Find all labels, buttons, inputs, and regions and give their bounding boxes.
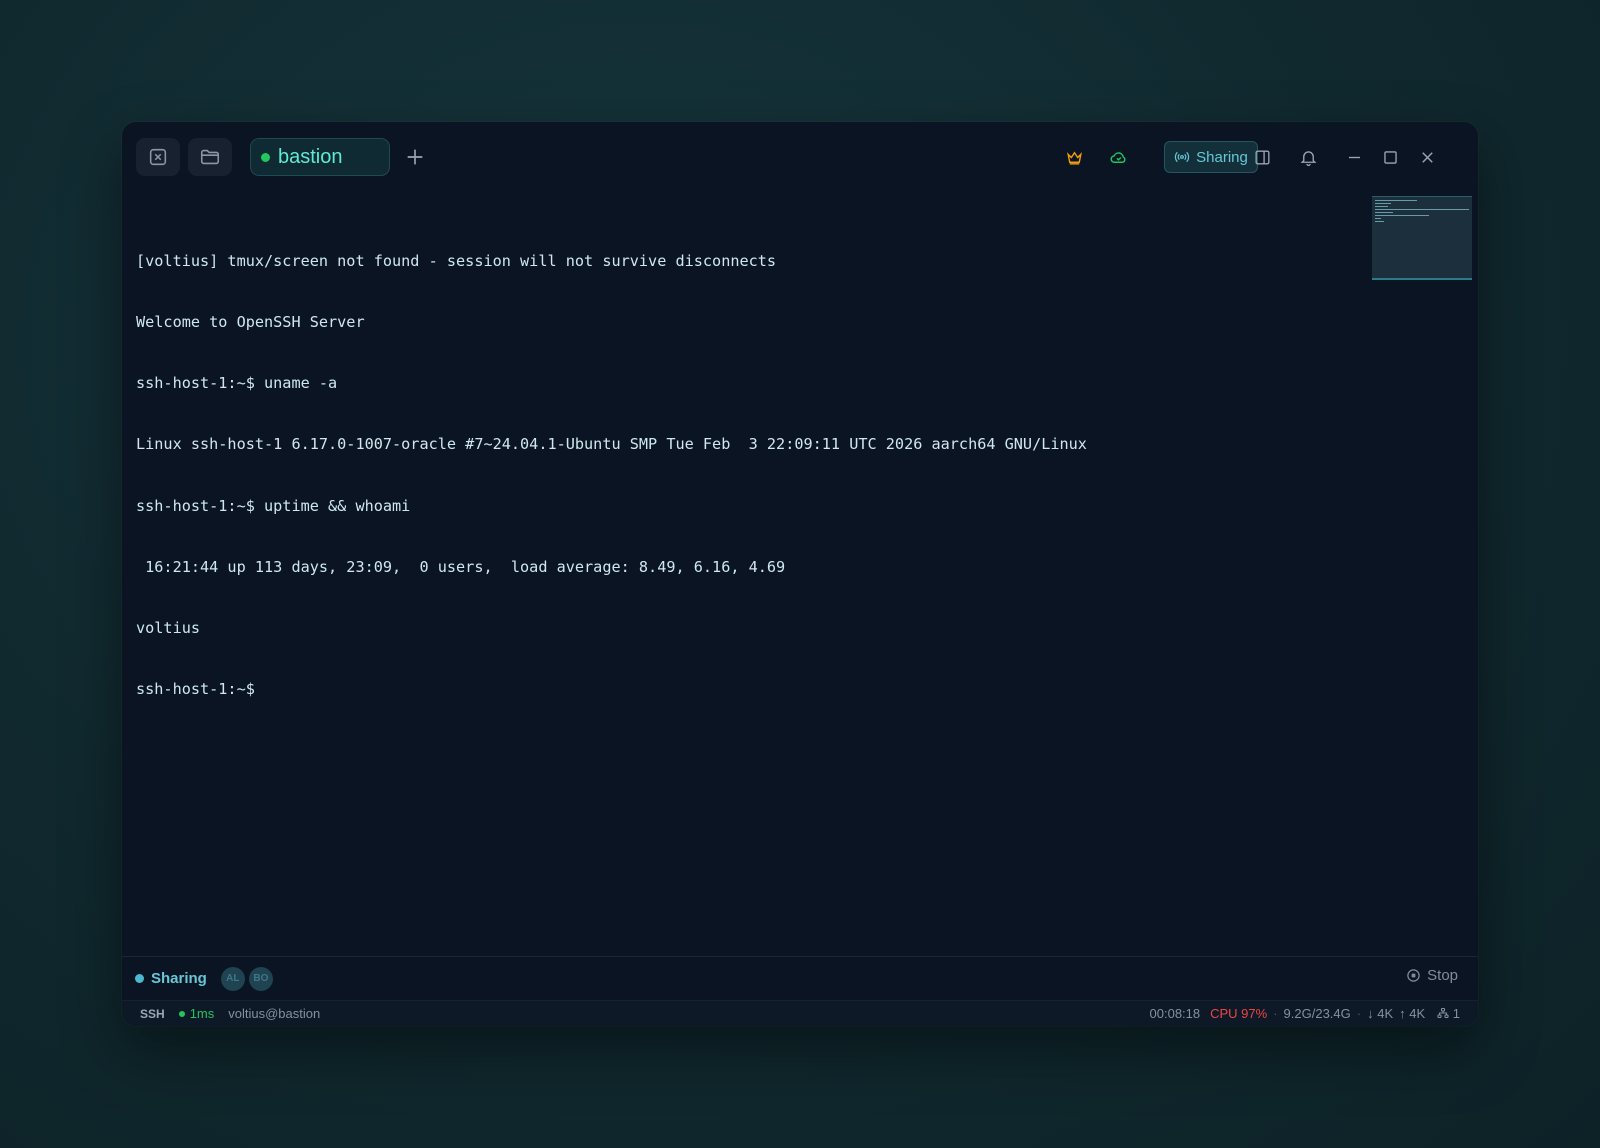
close-window-button[interactable] (1411, 138, 1443, 176)
minimap-line (1375, 209, 1469, 210)
terminal-line: Linux ssh-host-1 6.17.0-1007-oracle #7~2… (136, 435, 1087, 454)
separator: · (1273, 1006, 1278, 1021)
connections-count: 1 (1452, 1006, 1460, 1021)
maximize-button[interactable] (1374, 138, 1406, 176)
sharing-button-label: Sharing (1196, 148, 1248, 166)
connections-indicator: 1 (1437, 1006, 1460, 1021)
avatar[interactable]: BO (248, 966, 273, 991)
download-rate: ↓ 4K (1367, 1006, 1394, 1021)
terminal-window: bastion Sharing [voltius] tmux/screen no… (122, 122, 1478, 1026)
terminal-output[interactable]: [voltius] tmux/screen not found - sessio… (136, 210, 1336, 950)
minimize-button[interactable] (1338, 138, 1370, 176)
terminal-minimap[interactable] (1372, 196, 1472, 280)
stop-circle-icon (1407, 969, 1420, 982)
terminal-line: Welcome to OpenSSH Server (136, 313, 365, 332)
terminal-line: ssh-host-1:~$ uptime && whoami (136, 496, 411, 515)
network-icon (1437, 1007, 1449, 1019)
upload-rate: ↑ 4K (1399, 1006, 1426, 1021)
titlebar: bastion Sharing (122, 122, 1478, 190)
terminal-line: [voltius] tmux/screen not found - sessio… (136, 251, 777, 270)
memory-usage: 9.2G/23.4G (1283, 1006, 1351, 1021)
premium-button[interactable] (1058, 138, 1090, 176)
toggle-sidebar-button[interactable] (1246, 138, 1278, 176)
window-controls: Sharing (122, 138, 1478, 176)
bell-icon (1300, 150, 1316, 166)
separator: · (1356, 1006, 1362, 1021)
sharing-bar: Sharing AL BO Stop (122, 956, 1478, 1000)
protocol-badge: SSH (140, 1006, 165, 1021)
minimize-icon (1348, 156, 1360, 158)
cloud-sync-icon (1110, 151, 1125, 163)
latency-indicator: 1ms (178, 1006, 215, 1021)
minimap-line (1375, 203, 1391, 204)
avatar[interactable]: AL (220, 966, 245, 991)
cpu-usage: CPU 97% (1210, 1006, 1268, 1021)
terminal-prompt: ssh-host-1:~$ (136, 680, 265, 699)
status-bar: SSH 1ms voltius@bastion 00:08:18 CPU 97%… (122, 1000, 1478, 1026)
sync-status-button[interactable] (1102, 138, 1134, 176)
stop-sharing-button[interactable]: Stop (1406, 967, 1458, 984)
minimap-line (1375, 200, 1417, 201)
terminal-line: voltius (136, 619, 201, 638)
broadcast-icon (1175, 151, 1190, 163)
close-icon (1421, 151, 1433, 163)
minimap-line (1375, 218, 1381, 219)
stop-sharing-label: Stop (1427, 967, 1458, 984)
session-elapsed: 00:08:18 (1149, 1006, 1201, 1021)
crown-icon (1066, 150, 1082, 165)
notifications-button[interactable] (1292, 138, 1324, 176)
user-host: voltius@bastion (228, 1006, 321, 1021)
latency-value: 1ms (189, 1006, 215, 1021)
sharing-button[interactable]: Sharing (1164, 141, 1258, 173)
terminal-line: ssh-host-1:~$ uname -a (136, 374, 338, 393)
minimap-line (1375, 221, 1384, 222)
maximize-icon (1383, 150, 1397, 164)
latency-dot (178, 1010, 185, 1017)
terminal-line: 16:21:44 up 113 days, 23:09, 0 users, lo… (136, 557, 786, 576)
sharing-status-label: Sharing (151, 970, 207, 987)
minimap-line (1375, 212, 1393, 213)
sharing-status-dot (135, 974, 144, 983)
minimap-line (1375, 206, 1388, 207)
sidebar-panel-icon (1254, 149, 1270, 165)
minimap-line (1375, 215, 1429, 216)
